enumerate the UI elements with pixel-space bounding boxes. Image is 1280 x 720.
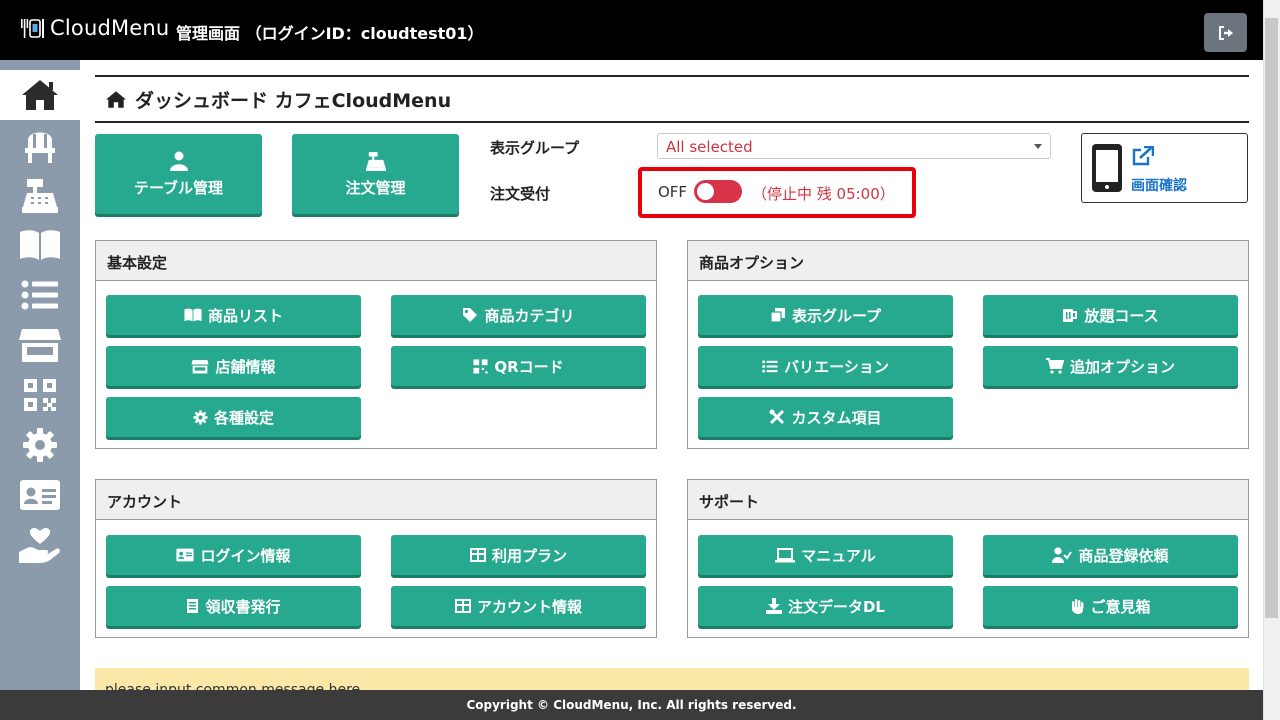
table-icon [454,599,471,613]
display-group-value: All selected [666,138,753,156]
display-group-button[interactable]: 表示グループ [698,295,953,335]
download-icon [765,598,782,614]
user-icon [169,151,188,171]
sidebar-item-orders[interactable] [0,170,80,220]
sidebar-item-menu[interactable] [0,220,80,270]
additional-option-button[interactable]: 追加オプション [983,346,1238,386]
sidebar-item-qr[interactable] [0,370,80,420]
hand-paper-icon [1072,599,1084,614]
order-accept-toggle[interactable] [694,180,742,203]
screen-preview-label[interactable]: 画面確認 [1131,175,1187,195]
book-icon [184,308,202,322]
sign-out-icon [1218,25,1233,40]
product-list-button[interactable]: 商品リスト [106,295,361,335]
receipt-icon [187,599,199,613]
qr-code-button[interactable]: QRコード [391,346,646,386]
sidebar [0,60,80,690]
tools-icon [769,409,785,425]
table-icon [469,548,486,562]
sidebar-item-account[interactable] [0,470,80,520]
store-icon [19,329,61,362]
login-info-button[interactable]: ログイン情報 [106,535,361,575]
order-data-download-button[interactable]: 注文データDL [698,586,953,626]
sidebar-item-settings[interactable] [0,420,80,470]
various-settings-button[interactable]: 各種設定 [106,397,361,437]
home-icon [106,91,126,108]
page-title-text: ダッシュボード カフェCloudMenu [135,90,452,112]
chevron-down-icon [1034,144,1042,149]
store-info-button[interactable]: 店舗情報 [106,346,361,386]
order-accept-label: 注文受付 [490,185,551,203]
mug-icon [1063,308,1078,322]
feedback-box-button[interactable]: ご意見箱 [983,586,1238,626]
scrollbar-thumb[interactable] [1265,18,1278,618]
sidebar-item-tables[interactable] [0,120,80,170]
external-link-icon [1132,146,1154,166]
qr-icon [24,379,56,411]
list-icon [21,280,58,310]
cash-register-icon [22,179,58,213]
sidebar-item-list[interactable] [0,270,80,320]
receipt-issue-button[interactable]: 領収書発行 [106,586,361,626]
store-icon [191,359,210,373]
variation-button[interactable]: バリエーション [698,346,953,386]
clone-icon [770,308,785,323]
tag-icon [463,308,478,322]
order-management-button[interactable]: 注文管理 [292,134,459,214]
panel-title: アカウント [96,480,656,520]
sidebar-item-dashboard[interactable] [0,70,80,120]
gear-icon [193,409,208,425]
hand-heart-icon [19,528,60,563]
sidebar-item-support[interactable] [0,520,80,570]
manual-button[interactable]: マニュアル [698,535,953,575]
custom-item-button[interactable]: カスタム項目 [698,397,953,437]
page-title: ダッシュボード カフェCloudMenu [105,86,451,113]
admin-login-label: 管理画面 （ログインID：cloudtest01） [176,24,484,43]
top-bar: CloudMenu 管理画面 （ログインID：cloudtest01） [0,0,1280,60]
brand-logo[interactable]: CloudMenu [20,16,169,40]
book-icon [20,230,60,260]
home-icon [22,80,58,110]
panel-title: 商品オプション [688,241,1248,281]
display-group-select[interactable]: All selected [657,133,1051,159]
cash-register-icon [365,151,386,171]
laptop-icon [775,547,796,562]
account-info-button[interactable]: アカウント情報 [391,586,646,626]
qr-icon [473,358,488,374]
toggle-knob [697,183,714,200]
usage-plan-button[interactable]: 利用プラン [391,535,646,575]
stop-status-text: （停止中 残 05:00） [752,185,895,203]
product-registration-request-button[interactable]: 商品登録依頼 [983,535,1238,575]
sidebar-item-store[interactable] [0,320,80,370]
table-management-button[interactable]: テーブル管理 [95,134,262,214]
display-group-label: 表示グループ [490,139,580,157]
utensils-logo-icon [21,19,44,38]
logout-button[interactable] [1204,13,1247,52]
panel-title: サポート [688,480,1248,520]
toggle-state-label: OFF [658,183,688,201]
footer-copyright: Copyright © CloudMenu, Inc. All rights r… [0,690,1263,720]
all-you-can-course-button[interactable]: 放題コース [983,295,1238,335]
product-category-button[interactable]: 商品カテゴリ [391,295,646,335]
title-rule-top [95,75,1249,77]
panel-title: 基本設定 [96,241,656,281]
brand-name: CloudMenu [50,16,170,40]
id-card-icon [176,548,195,562]
id-card-icon [20,480,60,510]
gear-icon [23,428,57,462]
mobile-phone-icon [1092,144,1122,192]
chair-icon [25,132,55,163]
user-check-icon [1052,547,1073,563]
list-icon [762,359,778,373]
cart-plus-icon [1045,358,1064,374]
title-rule-bottom [95,121,1249,123]
